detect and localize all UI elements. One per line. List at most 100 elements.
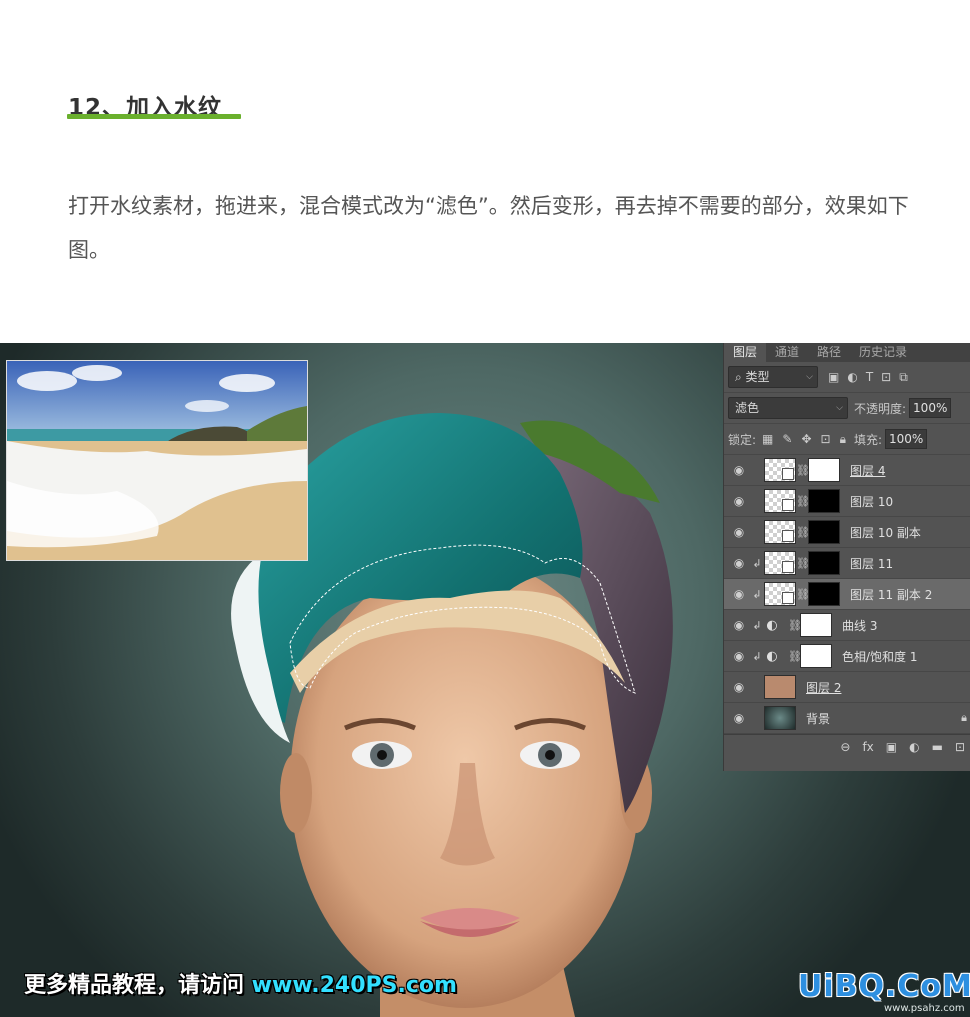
filter-icons: ▣ ◐ T ⊡ ⧉	[828, 370, 908, 385]
filter-label: 类型	[745, 370, 770, 384]
layer-mask-thumbnail[interactable]	[808, 489, 840, 513]
mask-link-icon[interactable]: ⛓	[796, 588, 810, 601]
lock-transparency-icon[interactable]: ▦	[762, 432, 773, 447]
visibility-eye-icon[interactable]: ◉	[728, 618, 750, 632]
uibq-logo: UiBQ.CoM	[798, 969, 970, 1004]
filter-row: ⌕ 类型 ⌵ ▣ ◐ T ⊡ ⧉	[724, 362, 970, 393]
visibility-eye-icon[interactable]: ◉	[728, 556, 750, 570]
article: 12、加入水纹 打开水纹素材，拖进来，混合模式改为“滤色”。然后变形，再去掉不需…	[0, 0, 970, 343]
mask-link-icon[interactable]: ⛓	[796, 495, 810, 508]
layer-row[interactable]: ◉ ⛓ 图层 10 副本	[724, 517, 970, 548]
blend-mode-value: 滤色	[735, 401, 760, 415]
curves-adjustment-icon: ◐	[766, 617, 778, 633]
layer-row-selected[interactable]: ◉ ↲ ⛓ 图层 11 副本 2	[724, 579, 970, 610]
lock-icons: ▦ ✎ ✥ ⊡ 🔒︎	[762, 432, 846, 447]
visibility-eye-icon[interactable]: ◉	[728, 680, 750, 694]
layer-name[interactable]: 图层 4	[850, 462, 885, 479]
layer-mask-thumbnail[interactable]	[808, 582, 840, 606]
clipping-arrow-icon: ↲	[752, 618, 762, 632]
visibility-eye-icon[interactable]: ◉	[728, 494, 750, 508]
layer-row[interactable]: ◉ ↲ ◐ ⛓ 曲线 3	[724, 610, 970, 641]
smart-object-filter-icon[interactable]: ⧉	[899, 370, 908, 385]
layer-filter-select[interactable]: ⌕ 类型 ⌵	[728, 366, 818, 388]
chevron-down-icon: ⌵	[836, 403, 843, 413]
chevron-down-icon: ⌵	[806, 372, 813, 382]
layer-name[interactable]: 图层 2	[806, 679, 841, 696]
visibility-eye-icon[interactable]: ◉	[728, 711, 750, 725]
lock-artboard-icon[interactable]: ⊡	[821, 432, 831, 447]
link-layers-icon[interactable]: ⊖	[840, 740, 850, 754]
layers-panel: 图层 通道 路径 历史记录 ⌕ 类型 ⌵ ▣ ◐ T ⊡ ⧉ 滤色 ⌵ 不透明度: …	[723, 343, 970, 771]
layer-name[interactable]: 图层 11	[850, 555, 893, 572]
layer-thumbnail	[764, 458, 796, 482]
fx-icon[interactable]: fx	[862, 740, 873, 754]
clipping-arrow-icon: ↲	[752, 587, 762, 601]
tab-layers[interactable]: 图层	[724, 343, 767, 362]
visibility-eye-icon[interactable]: ◉	[728, 463, 750, 477]
layer-mask-thumbnail[interactable]	[808, 520, 840, 544]
layer-thumbnail	[764, 582, 796, 606]
shape-filter-icon[interactable]: ⊡	[881, 370, 891, 385]
layer-name[interactable]: 图层 10	[850, 493, 893, 510]
site-watermark: 更多精品教程，请访问 www.240PS.com	[24, 967, 457, 999]
mask-link-icon[interactable]: ⛓	[796, 557, 810, 570]
small-site-url: www.psahz.com	[884, 1003, 965, 1014]
watermark-text: 更多精品教程，请访问	[24, 973, 252, 998]
visibility-eye-icon[interactable]: ◉	[728, 649, 750, 663]
heading-underline	[67, 114, 241, 119]
type-filter-icon[interactable]: T	[866, 370, 873, 385]
tab-channels[interactable]: 通道	[766, 343, 808, 362]
opacity-label: 不透明度:	[854, 401, 907, 416]
add-mask-icon[interactable]: ▣	[886, 740, 897, 754]
layer-row[interactable]: ◉ ↲ ⛓ 图层 11	[724, 548, 970, 579]
layer-name[interactable]: 图层 10 副本	[850, 524, 921, 541]
opacity-input[interactable]: 100%	[909, 398, 952, 418]
layer-mask-thumbnail[interactable]	[800, 644, 832, 668]
lock-all-icon[interactable]: 🔒︎	[840, 432, 846, 447]
layer-name[interactable]: 曲线 3	[842, 617, 877, 634]
layer-thumbnail	[764, 551, 796, 575]
mask-link-icon[interactable]: ⛓	[796, 526, 810, 539]
new-adjustment-icon[interactable]: ◐	[909, 740, 919, 754]
panel-tabs: 图层 通道 路径 历史记录	[724, 343, 970, 362]
tab-history[interactable]: 历史记录	[850, 343, 916, 362]
layer-name[interactable]: 背景	[806, 710, 830, 727]
layer-row[interactable]: ◉ ⛓ 图层 4	[724, 455, 970, 486]
layer-row[interactable]: ◉ 图层 2	[724, 672, 970, 703]
watermark-url: www.240PS.com	[251, 973, 457, 998]
fill-label: 填充:	[853, 432, 883, 447]
visibility-eye-icon[interactable]: ◉	[728, 525, 750, 539]
lock-icon: 🔒︎	[961, 711, 967, 724]
hue-saturation-adjustment-icon: ◐	[766, 648, 778, 664]
image-filter-icon[interactable]: ▣	[828, 370, 839, 385]
layer-mask-thumbnail[interactable]	[808, 551, 840, 575]
layer-mask-thumbnail[interactable]	[808, 458, 840, 482]
new-layer-icon[interactable]: ⊡	[955, 740, 965, 754]
layer-row[interactable]: ◉ ↲ ◐ ⛓ 色相/饱和度 1	[724, 641, 970, 672]
adjustment-filter-icon[interactable]: ◐	[847, 370, 857, 385]
new-group-icon[interactable]: ▬	[932, 740, 943, 754]
lock-row: 锁定: ▦ ✎ ✥ ⊡ 🔒︎ 填充: 100%	[724, 424, 970, 455]
mask-link-icon[interactable]: ⛓	[788, 650, 802, 663]
tutorial-image: 图层 通道 路径 历史记录 ⌕ 类型 ⌵ ▣ ◐ T ⊡ ⧉ 滤色 ⌵ 不透明度: …	[0, 343, 970, 1017]
tab-paths[interactable]: 路径	[808, 343, 850, 362]
visibility-eye-icon[interactable]: ◉	[728, 587, 750, 601]
layer-list: ◉ ⛓ 图层 4 ◉ ⛓ 图层 10 ◉ ⛓ 图层 10 副本 ◉ ↲ ⛓ 图层…	[724, 455, 970, 734]
lock-paint-icon[interactable]: ✎	[782, 432, 792, 447]
layer-row[interactable]: ◉ 背景 🔒︎	[724, 703, 970, 734]
fill-input[interactable]: 100%	[885, 429, 928, 449]
layer-name[interactable]: 色相/饱和度 1	[842, 648, 918, 665]
clipping-arrow-icon: ↲	[752, 649, 762, 663]
search-icon: ⌕	[735, 370, 746, 384]
lock-label: 锁定:	[728, 432, 757, 447]
layer-mask-thumbnail[interactable]	[800, 613, 832, 637]
blend-row: 滤色 ⌵ 不透明度: 100%	[724, 393, 970, 424]
layer-thumbnail	[764, 489, 796, 513]
mask-link-icon[interactable]: ⛓	[788, 619, 802, 632]
layer-row[interactable]: ◉ ⛓ 图层 10	[724, 486, 970, 517]
water-texture-photo	[6, 360, 308, 561]
layer-name[interactable]: 图层 11 副本 2	[850, 586, 932, 603]
mask-link-icon[interactable]: ⛓	[796, 464, 810, 477]
blend-mode-select[interactable]: 滤色 ⌵	[728, 397, 848, 419]
lock-move-icon[interactable]: ✥	[801, 432, 811, 447]
